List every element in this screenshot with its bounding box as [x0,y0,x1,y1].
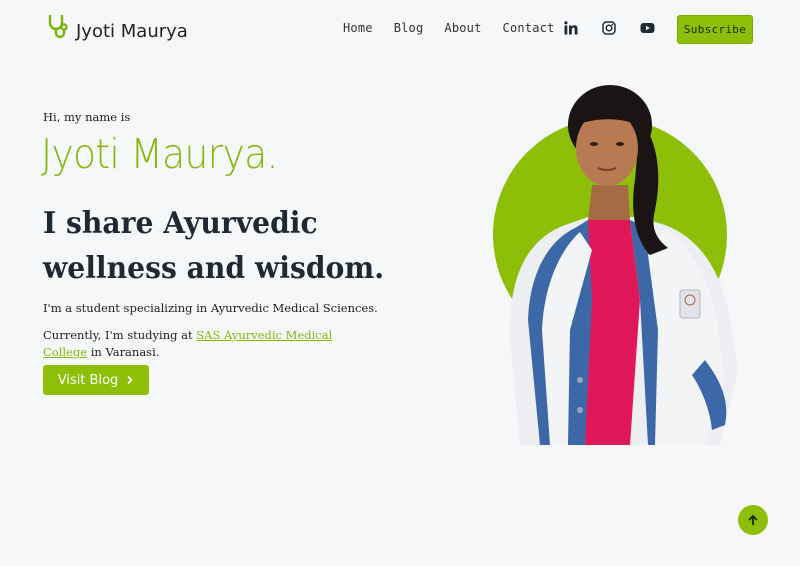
nav-item-home[interactable]: Home [343,21,373,35]
hero-description-2-prefix: Currently, I'm studying at [43,328,193,342]
chevron-right-icon [127,375,133,385]
nav-item-blog[interactable]: Blog [394,21,424,35]
site-header: Jyoti Maurya Home Blog About Contact Sub… [0,0,800,60]
hero-description-2: Currently, I'm studying at SAS Ayurvedic… [43,327,363,361]
hero-tagline: I share Ayurvedic wellness and wisdom. [43,206,385,286]
visit-blog-label: Visit Blog [57,372,119,388]
portrait-image [493,85,738,445]
youtube-icon [640,23,654,33]
scroll-to-top-button[interactable] [738,505,768,535]
hero-description-1: I'm a student specializing in Ayurvedic … [43,301,378,315]
nav-item-about[interactable]: About [444,21,481,35]
hero-description-2-suffix: in Varanasi. [90,345,160,359]
stethoscope-icon [48,14,68,39]
brand-name: Jyoti Maurya [76,20,188,42]
linkedin-icon [564,21,578,35]
instagram-icon [602,21,616,35]
arrow-up-icon [748,514,758,526]
instagram-link[interactable] [599,18,619,38]
visit-blog-button[interactable]: Visit Blog [43,365,149,395]
hero-name: Jyoti Maurya. [41,130,278,178]
youtube-link[interactable] [637,18,657,38]
main-nav: Home Blog About Contact [343,21,576,35]
nav-item-contact[interactable]: Contact [503,21,555,35]
linkedin-link[interactable] [561,18,581,38]
subscribe-button[interactable]: Subscribe [677,15,753,44]
site-logo[interactable]: Jyoti Maurya [46,14,188,42]
hero-greeting: Hi, my name is [43,110,131,124]
